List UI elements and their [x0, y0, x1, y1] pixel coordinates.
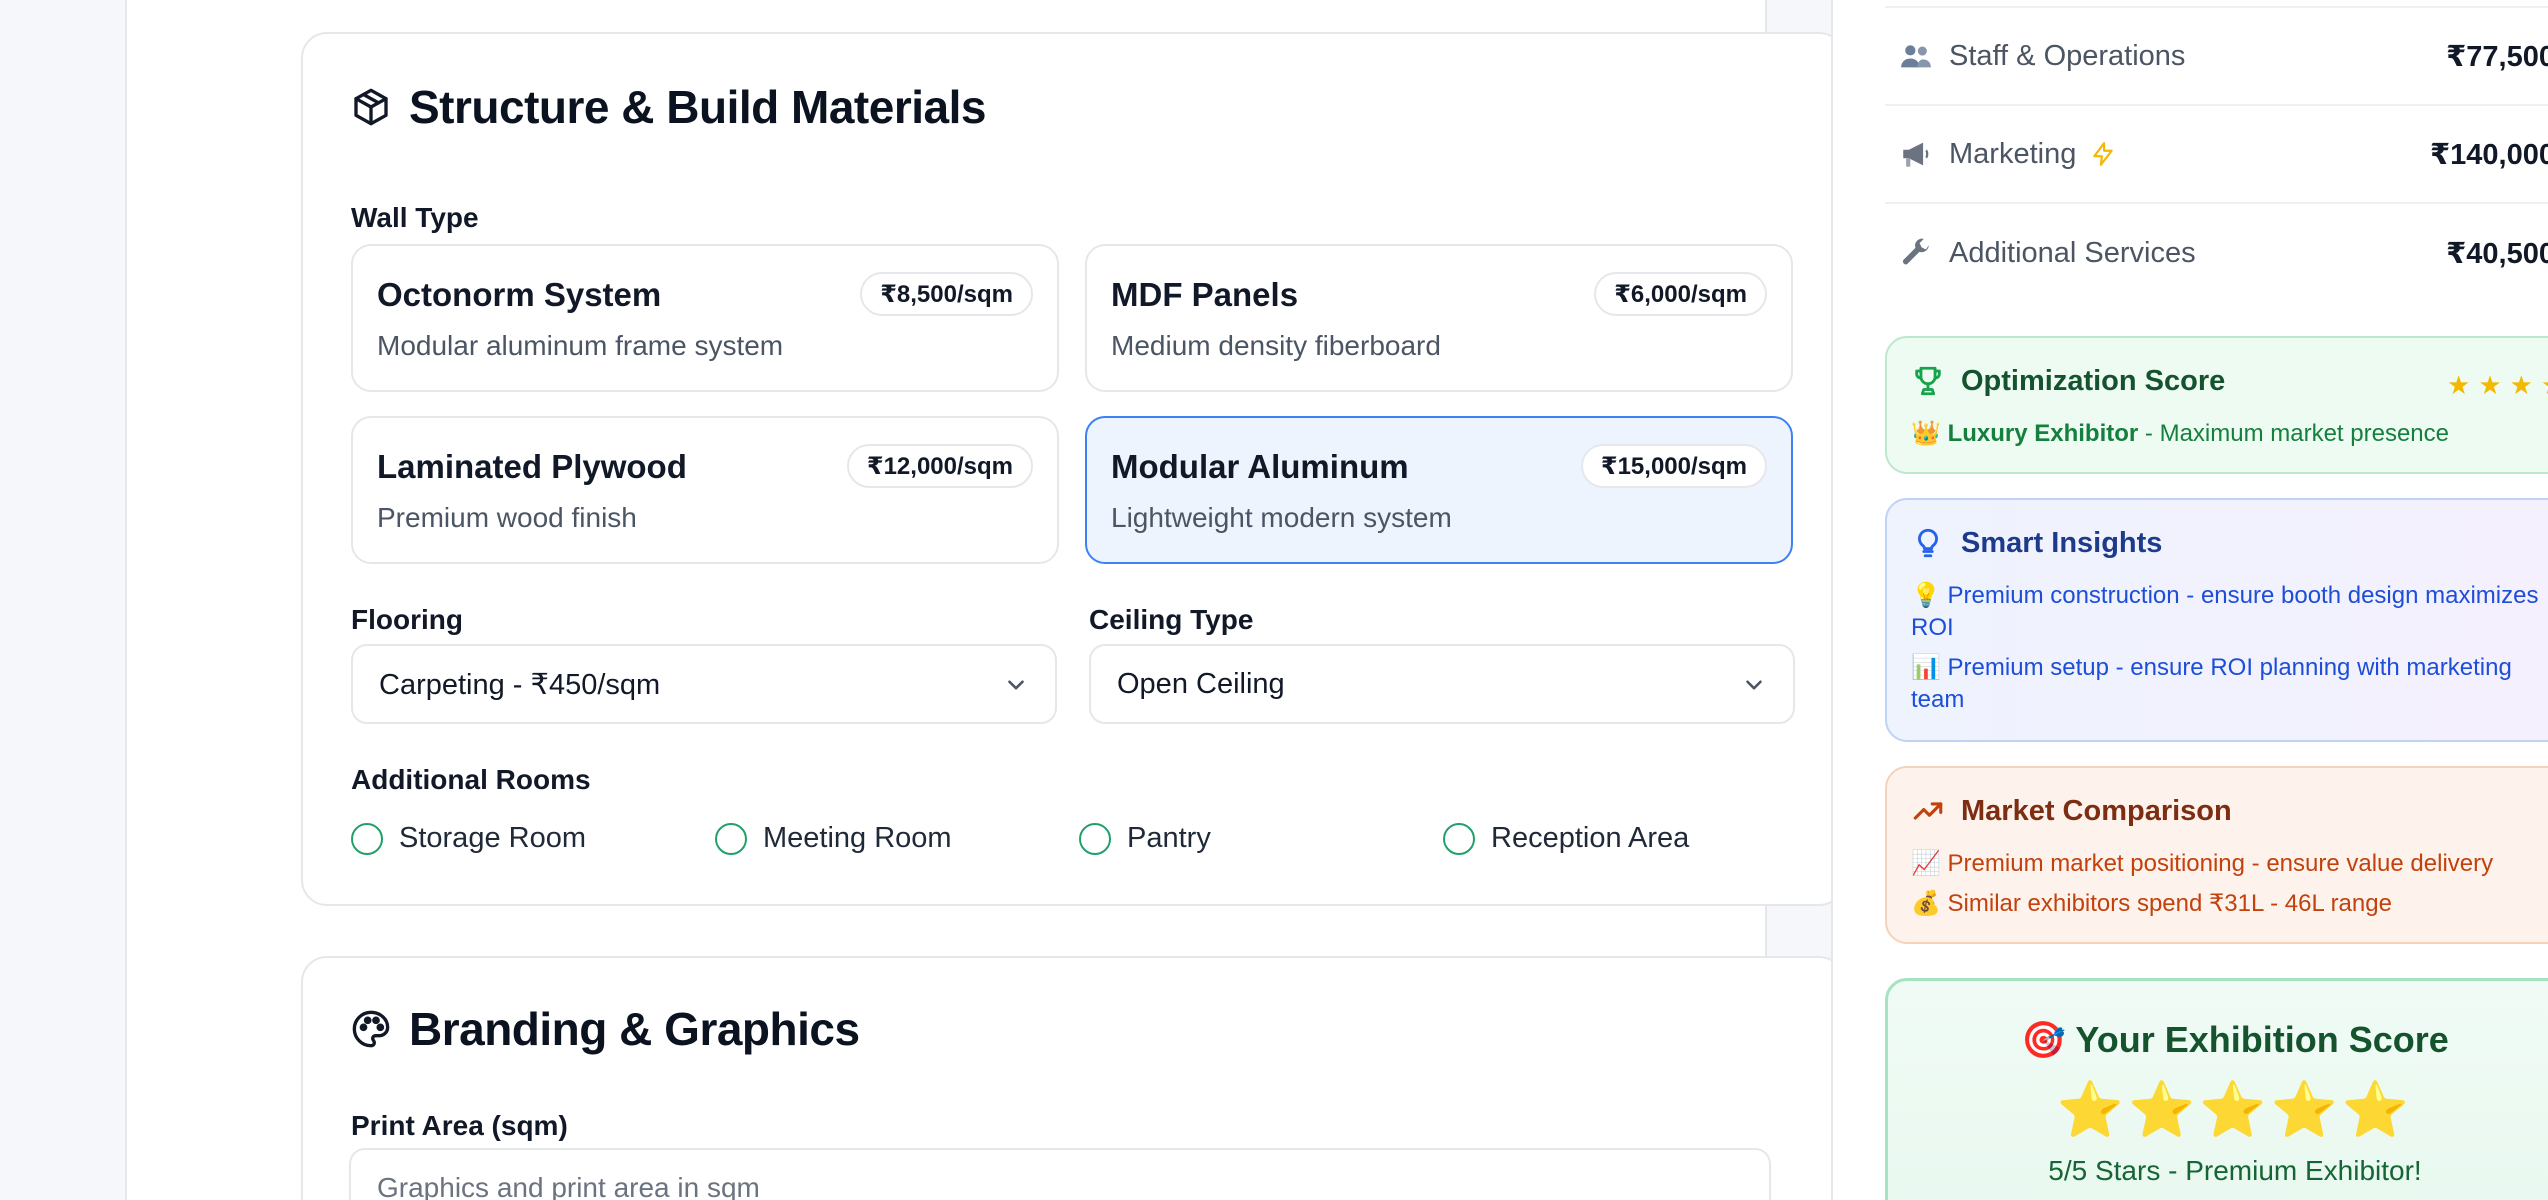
market-title-text: Market Comparison	[1961, 794, 2232, 827]
crown-icon: 👑	[1911, 420, 1941, 447]
print-area-input[interactable]	[349, 1148, 1771, 1200]
wall-option-mdf[interactable]: MDF Panels Medium density fiberboard ₹6,…	[1085, 244, 1793, 392]
room-option-pantry[interactable]: Pantry	[1079, 822, 1211, 855]
flooring-select[interactable]: Carpeting - ₹450/sqm	[351, 644, 1057, 724]
box-icon	[351, 87, 391, 127]
wall-option-octonorm[interactable]: Octonorm System Modular aluminum frame s…	[351, 244, 1059, 392]
star-icon: ★	[2541, 372, 2548, 398]
cost-amount: ₹40,500	[2446, 237, 2548, 270]
market-title: Market Comparison	[1911, 794, 2232, 828]
price-badge: ₹8,500/sqm	[860, 272, 1033, 316]
room-option-storage[interactable]: Storage Room	[351, 822, 586, 855]
tier-highlight: Luxury Exhibitor	[1947, 420, 2139, 447]
exhibition-score-subtitle: 5/5 Stars - Premium Exhibitor!	[2048, 1155, 2422, 1186]
rooms-label: Additional Rooms	[351, 764, 591, 795]
radio-circle[interactable]	[715, 822, 747, 855]
option-name: Modular Aluminum	[1111, 448, 1409, 485]
room-label: Storage Room	[399, 822, 586, 854]
room-label: Reception Area	[1491, 822, 1690, 854]
star-icon: ★	[2509, 370, 2533, 400]
option-name: Laminated Plywood	[377, 448, 687, 485]
main-content: Structure & Build Materials Wall Type Oc…	[125, 0, 1845, 1200]
exhibition-score-title: 🎯 Your Exhibition Score	[2021, 1019, 2449, 1060]
cost-amount: ₹140,000	[2429, 138, 2548, 171]
trophy-icon	[1911, 364, 1945, 398]
wall-type-label: Wall Type	[351, 202, 479, 233]
summary-sidebar: Staff & Operations ₹77,500 Marketing ₹14…	[1831, 0, 2548, 1200]
materials-title-text: Structure & Build Materials	[409, 81, 986, 133]
option-desc: Premium wood finish	[377, 502, 637, 533]
price-badge: ₹12,000/sqm	[846, 444, 1033, 488]
cost-label: Staff & Operations	[1949, 39, 2186, 72]
exhibition-stars: ⭐⭐⭐⭐⭐	[2056, 1080, 2414, 1140]
exhibition-score-panel: 🎯 Your Exhibition Score ⭐⭐⭐⭐⭐ 5/5 Stars …	[1885, 978, 2548, 1200]
ceiling-label: Ceiling Type	[1089, 604, 1254, 635]
option-desc: Lightweight modern system	[1111, 502, 1452, 533]
people-icon	[1899, 39, 1933, 73]
optimization-title-text: Optimization Score	[1961, 364, 2226, 397]
megaphone-icon	[1899, 137, 1933, 171]
insight-line: 📊 Premium setup - ensure ROI planning wi…	[1911, 654, 2512, 713]
trending-up-icon	[1911, 794, 1945, 828]
tier-description: - Maximum market presence	[2138, 420, 2449, 447]
room-option-meeting[interactable]: Meeting Room	[715, 822, 952, 855]
cost-label: Marketing	[1949, 137, 2077, 170]
rating-stars: ★ ★ ★ ★ ★	[2447, 372, 2548, 398]
star-icon: ★	[2447, 370, 2471, 400]
optimization-title: Optimization Score	[1911, 364, 2225, 398]
star-icon: ★	[2478, 370, 2502, 400]
radio-circle[interactable]	[351, 822, 383, 855]
flooring-label: Flooring	[351, 604, 463, 635]
room-label: Pantry	[1127, 822, 1211, 854]
radio-circle[interactable]	[1443, 822, 1475, 855]
wall-option-plywood[interactable]: Laminated Plywood Premium wood finish ₹1…	[351, 416, 1059, 564]
ceiling-value: Open Ceiling	[1117, 667, 1285, 700]
market-panel: Market Comparison 📈 Premium market posit…	[1885, 766, 2548, 944]
radio-circle[interactable]	[1079, 822, 1111, 855]
room-option-reception[interactable]: Reception Area	[1443, 822, 1689, 855]
price-badge: ₹15,000/sqm	[1580, 444, 1767, 488]
print-area-label: Print Area (sqm)	[351, 1110, 568, 1141]
ceiling-select[interactable]: Open Ceiling	[1089, 644, 1795, 724]
cost-amount: ₹77,500	[2446, 40, 2548, 73]
chevron-down-icon	[1741, 672, 1767, 698]
option-desc: Medium density fiberboard	[1111, 330, 1441, 361]
lightning-icon	[2090, 141, 2116, 167]
insights-panel: Smart Insights 💡 Premium construction - …	[1885, 498, 2548, 742]
cost-label: Additional Services	[1949, 236, 2196, 269]
price-badge: ₹6,000/sqm	[1594, 272, 1767, 316]
materials-card: Structure & Build Materials Wall Type Oc…	[301, 32, 1845, 906]
option-desc: Modular aluminum frame system	[377, 330, 784, 361]
wall-option-modular-aluminum[interactable]: Modular Aluminum Lightweight modern syst…	[1085, 416, 1793, 564]
flooring-value: Carpeting - ₹450/sqm	[379, 668, 661, 701]
insight-line: 💡 Premium construction - ensure booth de…	[1911, 582, 2539, 641]
optimization-summary: 👑 Luxury Exhibitor - Maximum market pres…	[1911, 418, 2548, 450]
wrench-icon	[1899, 236, 1933, 270]
branding-title-text: Branding & Graphics	[409, 1003, 860, 1055]
cost-row-staff: Staff & Operations ₹77,500	[1885, 8, 2548, 106]
branding-title: Branding & Graphics	[351, 1002, 860, 1056]
market-line: 💰 Similar exhibitors spend ₹31L - 46L ra…	[1911, 890, 2392, 917]
optimization-panel: Optimization Score ★ ★ ★ ★ ★ 👑 Luxury Ex…	[1885, 336, 2548, 474]
insights-title: Smart Insights	[1911, 526, 2162, 560]
cost-row-services: Additional Services ₹40,500	[1885, 204, 2548, 302]
insights-title-text: Smart Insights	[1961, 526, 2163, 559]
option-name: MDF Panels	[1111, 276, 1299, 313]
cost-row-marketing: Marketing ₹140,000	[1885, 106, 2548, 204]
option-name: Octonorm System	[377, 276, 662, 313]
market-line: 📈 Premium market positioning - ensure va…	[1911, 850, 2494, 877]
materials-title: Structure & Build Materials	[351, 80, 986, 134]
lightbulb-icon	[1911, 526, 1945, 560]
palette-icon	[351, 1009, 391, 1049]
room-label: Meeting Room	[763, 822, 952, 854]
chevron-down-icon	[1003, 672, 1029, 698]
